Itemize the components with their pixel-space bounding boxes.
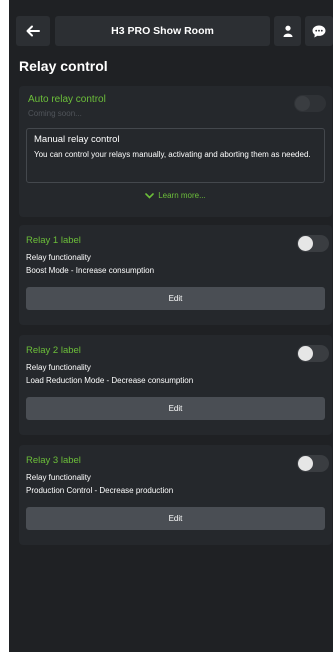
auto-relay-toggle — [294, 95, 326, 112]
back-button[interactable] — [16, 16, 50, 46]
manual-relay-title: Manual relay control — [34, 134, 120, 145]
relay-functionality-value: Load Reduction Mode - Decrease consumpti… — [26, 376, 194, 385]
toggle-knob — [295, 96, 310, 111]
coming-soon-text: Coming soon... — [28, 109, 82, 118]
relay-card-2: Relay 2 label Relay functionality Load R… — [19, 335, 332, 435]
relay-functionality-title: Relay functionality — [26, 473, 91, 482]
auto-relay-card: Auto relay control Coming soon... Manual… — [19, 86, 332, 217]
app-screen: H3 PRO Show Room Relay control Auto rela… — [9, 0, 333, 652]
relay-label: Relay 1 label — [26, 235, 81, 246]
arrow-left-icon — [26, 25, 40, 37]
relay-functionality-value: Production Control - Decrease production — [26, 486, 174, 495]
page-title: Relay control — [19, 58, 108, 74]
location-title[interactable]: H3 PRO Show Room — [55, 16, 270, 46]
relay-functionality-title: Relay functionality — [26, 363, 91, 372]
learn-more-link[interactable]: Learn more... — [19, 191, 332, 200]
relay-functionality-value: Boost Mode - Increase consumption — [26, 266, 155, 275]
edit-button[interactable]: Edit — [26, 397, 325, 420]
chat-button[interactable] — [305, 16, 333, 46]
toggle-knob — [298, 456, 313, 471]
relay-1-toggle[interactable] — [297, 235, 329, 252]
relay-label: Relay 2 label — [26, 345, 81, 356]
chat-icon — [312, 25, 326, 37]
relay-label: Relay 3 label — [26, 455, 81, 466]
chevron-down-icon — [145, 193, 155, 199]
edit-button[interactable]: Edit — [26, 287, 325, 310]
header: H3 PRO Show Room — [9, 16, 333, 46]
manual-relay-description: You can control your relays manually, ac… — [34, 150, 311, 159]
relay-3-toggle[interactable] — [297, 455, 329, 472]
auto-relay-title: Auto relay control — [28, 94, 106, 105]
user-icon — [283, 25, 292, 37]
relay-card-3: Relay 3 label Relay functionality Produc… — [19, 445, 332, 545]
relay-2-toggle[interactable] — [297, 345, 329, 362]
edit-button[interactable]: Edit — [26, 507, 325, 530]
learn-more-label: Learn more... — [158, 191, 206, 200]
relay-functionality-title: Relay functionality — [26, 253, 91, 262]
toggle-knob — [298, 236, 313, 251]
relay-card-1: Relay 1 label Relay functionality Boost … — [19, 225, 332, 325]
manual-relay-info: Manual relay control You can control you… — [26, 128, 325, 183]
toggle-knob — [298, 346, 313, 361]
user-button[interactable] — [274, 16, 301, 46]
